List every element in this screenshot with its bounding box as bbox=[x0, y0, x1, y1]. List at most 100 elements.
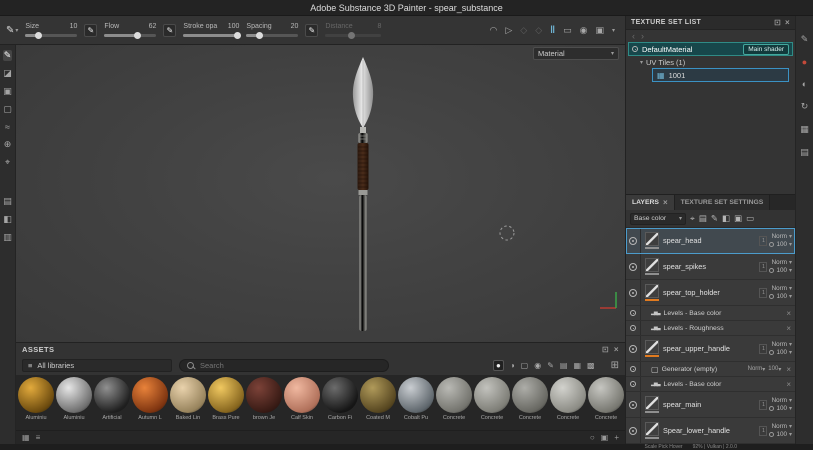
close-icon[interactable]: × bbox=[614, 345, 619, 354]
paint-tool[interactable]: ✎ bbox=[2, 50, 13, 61]
smart-material-tool[interactable]: ▤ bbox=[3, 196, 12, 207]
visibility-toggle[interactable] bbox=[626, 306, 641, 320]
layer-thumbnail[interactable] bbox=[645, 258, 659, 272]
brush-stamp-icon[interactable]: ✎ bbox=[84, 23, 98, 37]
visibility-toggle[interactable] bbox=[626, 228, 641, 253]
opacity-control[interactable]: 100 ▾ bbox=[769, 267, 792, 274]
effect-row-levels-roughness[interactable]: ▂▅▃ Levels - Roughness × bbox=[626, 321, 795, 336]
layer-row-spear-upper-handle[interactable]: spear_upper_handle 1 Norm ▾ 100 ▾ bbox=[626, 336, 795, 362]
eraser-tool[interactable]: ◪ bbox=[3, 68, 12, 79]
back-icon[interactable]: ‹ bbox=[632, 31, 635, 41]
asset-item[interactable]: Calf Skin bbox=[284, 376, 320, 430]
delete-layer-icon[interactable]: ▭ bbox=[746, 213, 754, 224]
asset-item[interactable]: Autumn L bbox=[132, 376, 168, 430]
brush-preset-button[interactable]: ✎ ▾ bbox=[6, 25, 18, 36]
visibility-toggle[interactable] bbox=[626, 254, 641, 279]
remove-effect-icon[interactable]: × bbox=[786, 309, 791, 318]
projection-mode-icon[interactable]: ◉ bbox=[580, 25, 588, 36]
size-control[interactable]: Size 10 bbox=[25, 23, 78, 39]
add-smart-material-icon[interactable]: ▤ bbox=[699, 213, 707, 224]
opacity-control[interactable]: 100 ▾ bbox=[769, 293, 792, 300]
filter-smart-masks-icon[interactable]: ▢ bbox=[521, 361, 529, 370]
undock-icon[interactable]: ⊡ bbox=[774, 18, 781, 27]
asset-item[interactable]: Artificial bbox=[94, 376, 130, 430]
size-slider[interactable] bbox=[25, 31, 78, 39]
viewport-3d[interactable]: Material ▾ bbox=[16, 45, 625, 342]
asset-item[interactable]: Brass Pure bbox=[208, 376, 244, 430]
slider-knob[interactable] bbox=[256, 31, 264, 39]
tab-texture-set-settings[interactable]: TEXTURE SET SETTINGS bbox=[674, 195, 771, 210]
forward-icon[interactable]: › bbox=[641, 31, 644, 41]
filter-textures-icon[interactable]: ◉ bbox=[534, 361, 541, 370]
add-fill-layer-icon[interactable]: ◧ bbox=[722, 213, 730, 224]
opacity-control[interactable]: 100 ▾ bbox=[769, 431, 792, 438]
add-effect-icon[interactable]: ⌖ bbox=[690, 213, 695, 224]
layer-thumbnail[interactable] bbox=[645, 340, 659, 354]
flow-slider[interactable] bbox=[104, 31, 157, 39]
add-paint-layer-icon[interactable]: ✎ bbox=[711, 213, 718, 224]
uv-view-icon[interactable]: ▦ bbox=[800, 124, 809, 135]
asset-item[interactable]: Concrete bbox=[474, 376, 510, 430]
lazy-mouse-icon[interactable]: ▭ bbox=[563, 25, 572, 36]
opacity-control[interactable]: 100 ▾ bbox=[769, 405, 792, 412]
spacing-slider[interactable] bbox=[246, 31, 299, 39]
remove-effect-icon[interactable]: × bbox=[786, 380, 791, 389]
uv-tile-1001[interactable]: ▦ 1001 bbox=[652, 68, 789, 82]
quick-mask-tool[interactable]: ◧ bbox=[3, 214, 12, 225]
asset-item[interactable]: Carbon Fi bbox=[322, 376, 358, 430]
material-picker-tool[interactable]: ⌖ bbox=[5, 157, 10, 168]
blend-mode-dropdown[interactable]: Norm ▾ bbox=[772, 341, 792, 348]
grid-view-icon[interactable]: ⊞ bbox=[611, 360, 619, 371]
undock-icon[interactable]: ⊡ bbox=[602, 345, 609, 354]
texture-set-row[interactable]: DefaultMaterial Main shader bbox=[628, 42, 793, 56]
asset-item[interactable]: Cobalt Pu bbox=[398, 376, 434, 430]
projection-tool[interactable]: ▣ bbox=[3, 86, 12, 97]
asset-item[interactable]: brown Je bbox=[246, 376, 282, 430]
spacing-control[interactable]: Spacing 20 bbox=[246, 23, 299, 39]
flow-control[interactable]: Flow 62 bbox=[104, 23, 157, 39]
blend-mode-dropdown[interactable]: Norm bbox=[748, 366, 763, 372]
slider-knob[interactable] bbox=[133, 31, 141, 39]
pause-engine-icon[interactable]: ‖ bbox=[550, 25, 555, 36]
effect-row-generator[interactable]: ▢ Generator (empty) Norm ▾ 100 ▾ × bbox=[626, 362, 795, 377]
visibility-toggle[interactable] bbox=[626, 418, 641, 443]
import-asset-icon[interactable]: + bbox=[614, 433, 619, 442]
open-folder-icon[interactable]: ▣ bbox=[601, 433, 609, 442]
brush-stamp-icon[interactable]: ✎ bbox=[305, 23, 319, 37]
main-shader-button[interactable]: Main shader bbox=[743, 43, 789, 55]
layer-thumbnail[interactable] bbox=[645, 232, 659, 246]
asset-item[interactable]: Coated M bbox=[360, 376, 396, 430]
channel-filter-dropdown[interactable]: Base color ▾ bbox=[630, 212, 686, 225]
asset-item[interactable]: Aluminiu bbox=[56, 376, 92, 430]
polygon-fill-tool[interactable]: ▢ bbox=[3, 104, 12, 115]
refresh-icon[interactable]: ○ bbox=[590, 433, 595, 442]
smudge-tool[interactable]: ≈ bbox=[5, 122, 10, 132]
asset-item[interactable]: Baked Lin bbox=[170, 376, 206, 430]
chevron-down-icon[interactable]: ▾ bbox=[612, 27, 615, 34]
filter-smart-materials-icon[interactable]: ◑ bbox=[510, 361, 515, 370]
tab-layers[interactable]: LAYERS × bbox=[626, 195, 675, 210]
stroke-opacity-control[interactable]: Stroke opa 100 bbox=[183, 23, 241, 39]
remove-effect-icon[interactable]: × bbox=[786, 324, 791, 333]
display-settings-icon[interactable]: ◐ bbox=[802, 79, 807, 89]
layer-row-spear-main[interactable]: spear_main 1 Norm ▾ 100 ▾ bbox=[626, 392, 795, 418]
visibility-toggle[interactable] bbox=[626, 377, 641, 391]
uv-tiles-row[interactable]: ▾ UV Tiles (1) bbox=[626, 56, 795, 68]
viewport-mode-dropdown[interactable]: Material ▾ bbox=[533, 47, 619, 60]
filter-materials-icon[interactable]: ● bbox=[492, 360, 504, 372]
asset-search[interactable] bbox=[179, 359, 389, 373]
opacity-control[interactable]: 100 ▾ bbox=[769, 241, 792, 248]
add-folder-icon[interactable]: ▣ bbox=[734, 213, 742, 224]
blend-mode-dropdown[interactable]: Norm ▾ bbox=[772, 259, 792, 266]
asset-item[interactable]: Concrete bbox=[512, 376, 548, 430]
blend-mode-dropdown[interactable]: Norm ▾ bbox=[772, 423, 792, 430]
blend-mode-dropdown[interactable]: Norm ▾ bbox=[772, 397, 792, 404]
list-view-icon[interactable]: ≡ bbox=[36, 433, 41, 442]
visibility-toggle[interactable] bbox=[626, 321, 641, 335]
visibility-toggle[interactable] bbox=[626, 336, 641, 361]
blend-mode-dropdown[interactable]: Norm ▾ bbox=[772, 285, 792, 292]
thumbnail-size-icon[interactable]: ▦ bbox=[22, 433, 30, 442]
filter-environments-icon[interactable]: ▦ bbox=[573, 361, 581, 370]
filter-alphas-icon[interactable]: ▤ bbox=[560, 361, 568, 370]
history-icon[interactable]: ↻ bbox=[801, 101, 809, 112]
